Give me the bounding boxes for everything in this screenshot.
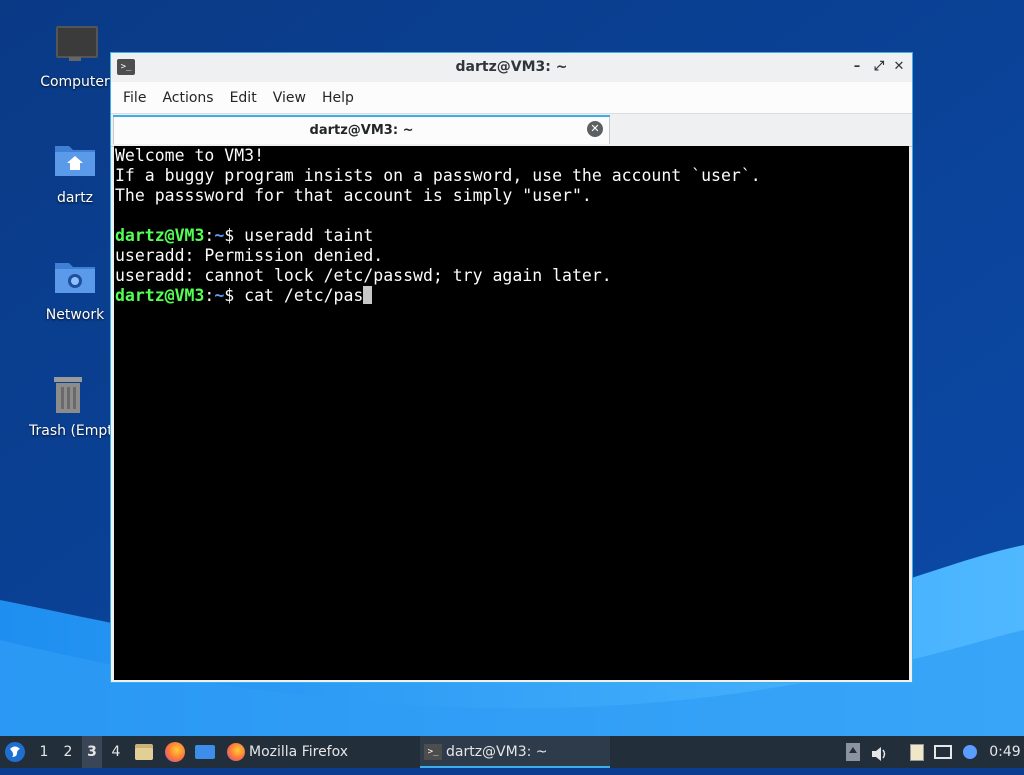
task-label: Mozilla Firefox: [249, 744, 349, 760]
workspace-1[interactable]: 1: [34, 736, 54, 768]
firefox-launcher-icon[interactable]: [164, 736, 186, 768]
window-titlebar[interactable]: >_ dartz@VM3: ~ – ⤢ ✕: [111, 53, 912, 82]
tab-close-icon[interactable]: ✕: [587, 121, 603, 137]
terminal-line: Welcome to VM3!: [115, 146, 265, 165]
network-wired-icon[interactable]: [934, 743, 952, 775]
clipboard-icon[interactable]: [908, 743, 926, 775]
maximize-button[interactable]: ⤢: [871, 59, 887, 75]
terminal-prompt-line[interactable]: dartz@VM3:~$ cat /etc/pas: [115, 286, 909, 306]
prompt-user-host: dartz@VM3: [115, 286, 205, 305]
monitor-icon: [53, 24, 98, 68]
taskbar: 1 2 3 4 Mozilla Firefox >_ dartz@VM3: ~ …: [0, 736, 1024, 768]
file-manager-launcher-icon[interactable]: [134, 736, 154, 768]
tab-label: dartz@VM3: ~: [309, 123, 414, 138]
workspace-4[interactable]: 4: [106, 736, 126, 768]
terminal-line: useradd: Permission denied.: [115, 246, 384, 265]
tray-up-arrow-icon[interactable]: [844, 743, 862, 775]
terminal-window[interactable]: >_ dartz@VM3: ~ – ⤢ ✕ File Actions Edit …: [110, 52, 913, 683]
desktop-icon-label: Trash (Empty): [29, 423, 111, 439]
prompt-separator: :: [204, 226, 215, 245]
tab-terminal[interactable]: dartz@VM3: ~ ✕: [113, 116, 610, 144]
text-cursor: [363, 286, 373, 304]
home-folder-icon: [53, 140, 97, 184]
volume-icon[interactable]: [870, 743, 888, 775]
minimize-button[interactable]: –: [849, 59, 865, 75]
workspace-2[interactable]: 2: [58, 736, 78, 768]
start-menu-icon[interactable]: [4, 736, 28, 768]
prompt-path: ~: [214, 226, 225, 245]
network-folder-icon: [53, 257, 97, 301]
task-terminal[interactable]: >_ dartz@VM3: ~: [420, 736, 610, 768]
menu-edit[interactable]: Edit: [222, 86, 265, 110]
tab-bar: dartz@VM3: ~ ✕: [111, 114, 912, 147]
task-firefox[interactable]: Mozilla Firefox: [223, 736, 439, 768]
show-desktop-icon[interactable]: [194, 736, 216, 768]
menu-file[interactable]: File: [115, 86, 154, 110]
terminal-line: The passsword for that account is simply…: [115, 186, 592, 205]
desktop-icon-trash[interactable]: Trash (Empty): [25, 373, 111, 439]
prompt-user-host: dartz@VM3: [115, 226, 205, 245]
firefox-icon: [227, 743, 245, 761]
terminal-line: If a buggy program insists on a password…: [115, 166, 761, 185]
tab-active-indicator: [113, 115, 610, 117]
terminal-command: useradd taint: [244, 226, 374, 245]
clock[interactable]: 0:49: [988, 736, 1022, 768]
prompt-path: ~: [214, 286, 225, 305]
task-label: dartz@VM3: ~: [446, 744, 548, 760]
menu-view[interactable]: View: [265, 86, 314, 110]
menu-help[interactable]: Help: [314, 86, 362, 110]
terminal-output[interactable]: Welcome to VM3! If a buggy program insis…: [114, 146, 909, 680]
menu-bar: File Actions Edit View Help: [111, 82, 912, 114]
workspace-3[interactable]: 3: [82, 736, 102, 768]
prompt-separator: :: [204, 286, 215, 305]
update-notifier-icon[interactable]: [962, 743, 980, 775]
window-title: dartz@VM3: ~: [455, 59, 568, 75]
prompt-symbol: $: [224, 286, 245, 305]
menu-actions[interactable]: Actions: [154, 86, 221, 110]
terminal-icon: >_: [424, 744, 442, 760]
prompt-symbol: $: [224, 226, 245, 245]
trash-icon: [46, 373, 90, 417]
terminal-prompt-line: dartz@VM3:~$ useradd taint: [115, 226, 909, 246]
terminal-input[interactable]: cat /etc/pas: [244, 286, 363, 305]
close-button[interactable]: ✕: [891, 59, 907, 75]
terminal-line: useradd: cannot lock /etc/passwd; try ag…: [115, 266, 612, 285]
